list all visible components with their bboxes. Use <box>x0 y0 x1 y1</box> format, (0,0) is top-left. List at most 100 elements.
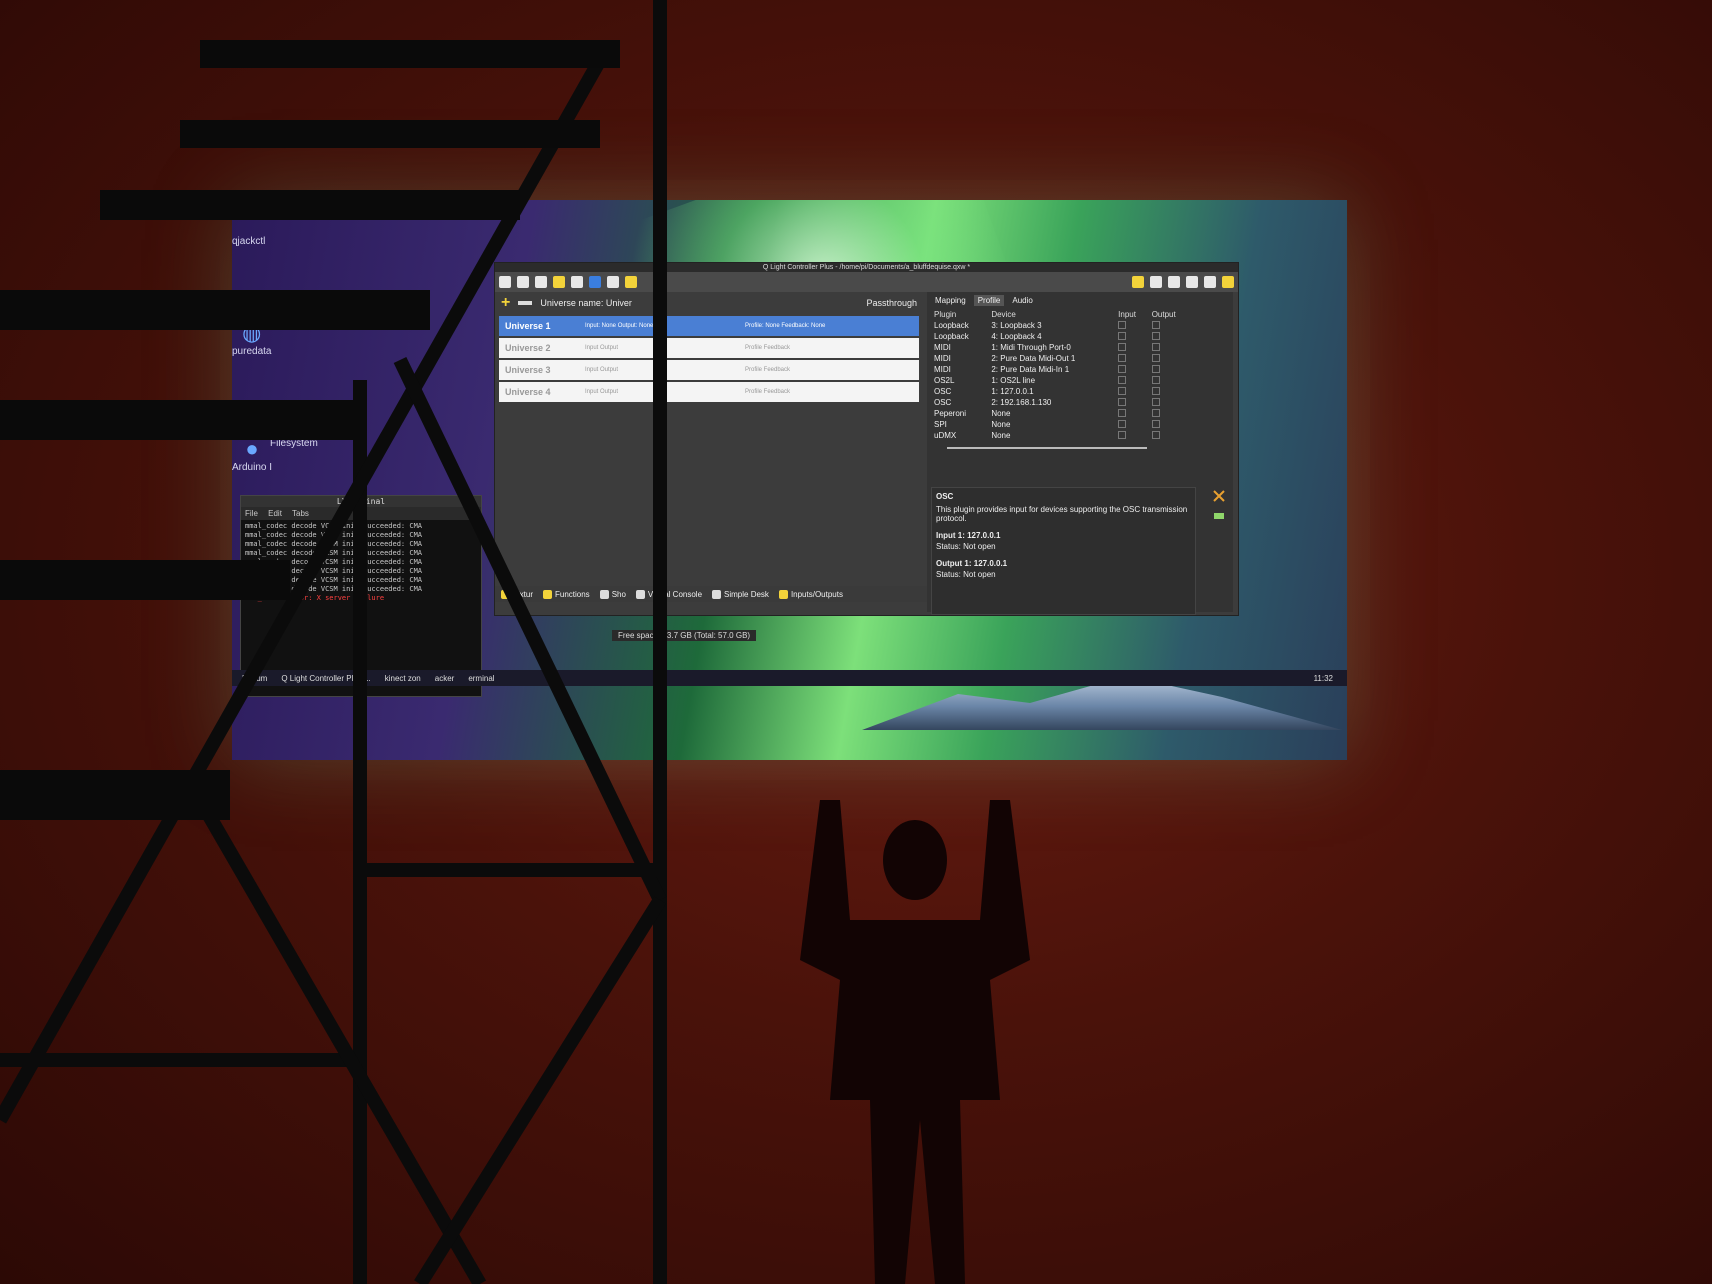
input-checkbox[interactable] <box>1118 353 1127 362</box>
table-row[interactable]: OSC 1: 127.0.0.1 <box>931 386 1191 397</box>
output-checkbox-cell <box>1149 320 1191 331</box>
input-status: Status: Not open <box>936 542 996 551</box>
table-row[interactable]: SPI None <box>931 419 1191 430</box>
universe-profile: Profile: None Feedback: None <box>745 322 826 329</box>
output-checkbox-cell <box>1149 364 1191 375</box>
device-cell: 4: Loopback 4 <box>991 332 1042 341</box>
plugin-cell: OS2L <box>934 376 955 385</box>
column-header[interactable]: Output <box>1149 309 1191 320</box>
monitor-mode-icon[interactable] <box>1186 276 1198 288</box>
passthrough-checkbox[interactable]: Passthrough <box>866 298 917 308</box>
plugin-cell: Peperoni <box>934 409 967 418</box>
input-profile-icon[interactable] <box>1213 510 1225 522</box>
output-checkbox-cell <box>1149 386 1191 397</box>
table-row[interactable]: OSC 2: 192.168.1.130 <box>931 397 1191 408</box>
person-silhouette <box>800 800 1030 1284</box>
input-checkbox-cell <box>1115 353 1149 364</box>
horizontal-scrollbar[interactable] <box>947 447 1147 449</box>
tab-profile[interactable]: Profile <box>973 295 1005 306</box>
table-row[interactable]: Loopback 4: Loopback 4 <box>931 331 1191 342</box>
output-title: Output 1: 127.0.0.1 <box>936 559 1008 568</box>
output-checkbox[interactable] <box>1151 331 1160 340</box>
ports-body: Loopback 3: Loopback 3 Loopback 4: Loopback… <box>931 320 1191 441</box>
plugin-cell: Loopback <box>934 332 969 341</box>
scaffold-silhouette <box>0 0 667 1284</box>
output-checkbox-cell <box>1149 408 1191 419</box>
input-checkbox[interactable] <box>1118 320 1127 329</box>
device-cell: 3: Loopback 3 <box>991 321 1042 330</box>
design-mode-icon[interactable] <box>1204 276 1216 288</box>
device-cell: 1: 127.0.0.1 <box>991 387 1034 396</box>
device-cell: 2: Pure Data Midi-In 1 <box>991 365 1070 374</box>
output-checkbox[interactable] <box>1151 408 1160 417</box>
tab-mapping[interactable]: Mapping <box>931 295 970 306</box>
plugin-info-heading: OSC <box>936 492 954 501</box>
output-checkbox[interactable] <box>1151 375 1160 384</box>
tab-audio[interactable]: Audio <box>1008 295 1036 306</box>
device-cell: 1: OS2L line <box>991 376 1036 385</box>
simple-desk-tab-icon <box>712 589 722 599</box>
plugin-cell: MIDI <box>934 354 951 363</box>
table-row[interactable]: uDMX None <box>931 430 1191 441</box>
table-row[interactable]: Peperoni None <box>931 408 1191 419</box>
table-row[interactable]: OS2L 1: OS2L line <box>931 375 1191 386</box>
input-checkbox[interactable] <box>1118 331 1127 340</box>
output-checkbox[interactable] <box>1151 320 1160 329</box>
output-checkbox[interactable] <box>1151 419 1160 428</box>
table-row[interactable]: MIDI 2: Pure Data Midi-Out 1 <box>931 353 1191 364</box>
table-row[interactable]: MIDI 2: Pure Data Midi-In 1 <box>931 364 1191 375</box>
table-row[interactable]: MIDI 1: Midi Through Port-0 <box>931 342 1191 353</box>
input-checkbox-cell <box>1115 364 1149 375</box>
output-checkbox-cell <box>1149 375 1191 386</box>
tab-inputs-outputs[interactable]: Inputs/Outputs <box>778 589 843 599</box>
output-checkbox[interactable] <box>1151 364 1160 373</box>
plugin-cell: OSC <box>934 398 952 407</box>
play-icon[interactable] <box>1222 276 1234 288</box>
input-checkbox[interactable] <box>1118 419 1127 428</box>
io-mapping-pane: Mapping Profile Audio Plugin Device Inpu… <box>927 292 1233 615</box>
blackout-icon[interactable] <box>1150 276 1162 288</box>
device-cell: 2: Pure Data Midi-Out 1 <box>991 354 1076 363</box>
mapping-tabs: Mapping Profile Audio <box>927 292 1233 309</box>
person-shape <box>800 800 1030 1284</box>
plugin-cell: SPI <box>934 420 947 429</box>
input-checkbox[interactable] <box>1118 397 1127 406</box>
stair-treads <box>0 40 620 820</box>
table-row[interactable]: Loopback 3: Loopback 3 <box>931 320 1191 331</box>
output-checkbox[interactable] <box>1151 386 1160 395</box>
table-header-row: Plugin Device Input Output <box>931 309 1191 320</box>
output-status: Status: Not open <box>936 570 996 579</box>
output-checkbox[interactable] <box>1151 353 1160 362</box>
output-checkbox-cell <box>1149 419 1191 430</box>
device-cell: 1: Midi Through Port-0 <box>991 343 1071 352</box>
input-checkbox[interactable] <box>1118 342 1127 351</box>
input-checkbox-cell <box>1115 342 1149 353</box>
tab-simple-desk[interactable]: Simple Desk <box>712 589 769 599</box>
output-checkbox[interactable] <box>1151 397 1160 406</box>
stop-icon[interactable] <box>1168 276 1180 288</box>
input-checkbox[interactable] <box>1118 408 1127 417</box>
output-checkbox[interactable] <box>1151 342 1160 351</box>
input-checkbox-cell <box>1115 331 1149 342</box>
input-checkbox-cell <box>1115 397 1149 408</box>
device-cell: None <box>991 431 1011 440</box>
configure-plugin-icon[interactable] <box>1213 490 1225 502</box>
output-checkbox[interactable] <box>1151 430 1160 439</box>
plugin-cell: uDMX <box>934 431 957 440</box>
input-checkbox[interactable] <box>1118 375 1127 384</box>
input-checkbox[interactable] <box>1118 364 1127 373</box>
column-header[interactable]: Device <box>988 309 1115 320</box>
fixture-icon[interactable] <box>1132 276 1144 288</box>
universe-profile: Profile Feedback <box>745 344 791 351</box>
plugin-cell: MIDI <box>934 365 951 374</box>
input-checkbox[interactable] <box>1118 430 1127 439</box>
plugin-description: This plugin provides input for devices s… <box>936 505 1188 523</box>
photo-scene: qjackctl ◍ puredata ● Arduino I Filesyst… <box>0 0 1712 1284</box>
output-checkbox-cell <box>1149 342 1191 353</box>
column-header[interactable]: Plugin <box>931 309 988 320</box>
device-cell: None <box>991 420 1011 429</box>
column-header[interactable]: Input <box>1115 309 1149 320</box>
input-checkbox[interactable] <box>1118 386 1127 395</box>
universe-profile: Profile Feedback <box>745 388 791 395</box>
tab-label: Simple Desk <box>724 589 769 599</box>
